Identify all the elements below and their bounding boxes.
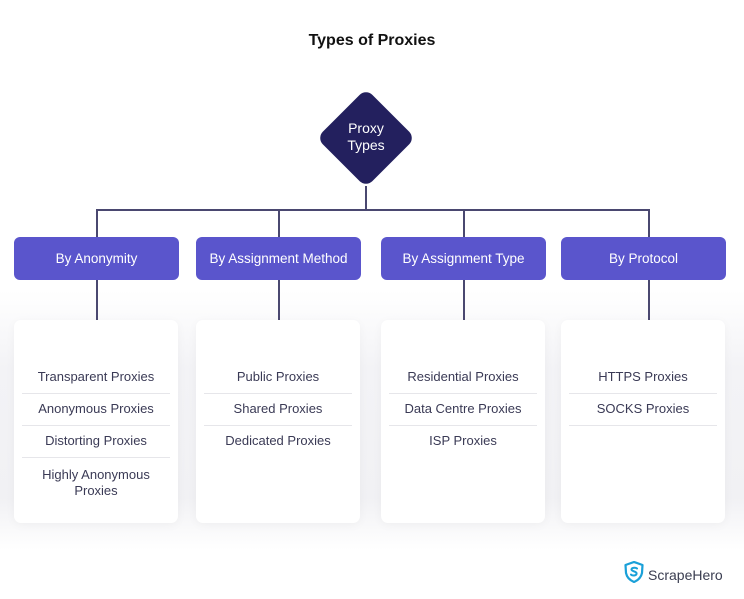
category-by-assignment-method: By Assignment Method (196, 237, 361, 280)
card-by-assignment-method: Public Proxies Shared Proxies Dedicated … (196, 320, 360, 523)
brand-name: ScrapeHero (648, 566, 723, 583)
scrapehero-logo: ScrapeHero (624, 560, 723, 588)
list-item: Public Proxies (204, 362, 352, 394)
card-by-protocol: HTTPS Proxies SOCKS Proxies (561, 320, 725, 523)
connector-card-1 (278, 280, 280, 320)
card-by-assignment-type: Residential Proxies Data Centre Proxies … (381, 320, 545, 523)
connector-horizontal-bus (96, 209, 649, 211)
connector-root-stem (365, 186, 367, 210)
category-by-anonymity: By Anonymity (14, 237, 179, 280)
diagram-title: Types of Proxies (308, 32, 436, 49)
connector-drop-2 (463, 209, 465, 237)
list-item: Data Centre Proxies (389, 394, 537, 426)
list-item: Dedicated Proxies (225, 433, 331, 448)
root-node-label: Proxy Types (316, 120, 416, 154)
list-item: HTTPS Proxies (569, 362, 717, 394)
category-by-protocol: By Protocol (561, 237, 726, 280)
connector-drop-3 (648, 209, 650, 237)
list-item: Shared Proxies (204, 394, 352, 426)
connector-card-0 (96, 280, 98, 320)
root-label-line1: Proxy (348, 120, 384, 136)
list-item: Highly Anonymous Proxies (42, 467, 150, 498)
list-item: Transparent Proxies (22, 362, 170, 394)
list-item: Anonymous Proxies (22, 394, 170, 426)
connector-card-2 (463, 280, 465, 320)
connector-drop-0 (96, 209, 98, 237)
category-by-assignment-type: By Assignment Type (381, 237, 546, 280)
connector-card-3 (648, 280, 650, 320)
list-item: SOCKS Proxies (569, 394, 717, 426)
shield-s-logo-icon (624, 560, 644, 588)
list-item: Distorting Proxies (22, 426, 170, 458)
connector-drop-1 (278, 209, 280, 237)
list-item: ISP Proxies (429, 433, 497, 448)
card-by-anonymity: Transparent Proxies Anonymous Proxies Di… (14, 320, 178, 523)
root-label-line2: Types (347, 137, 385, 153)
list-item: Residential Proxies (389, 362, 537, 394)
